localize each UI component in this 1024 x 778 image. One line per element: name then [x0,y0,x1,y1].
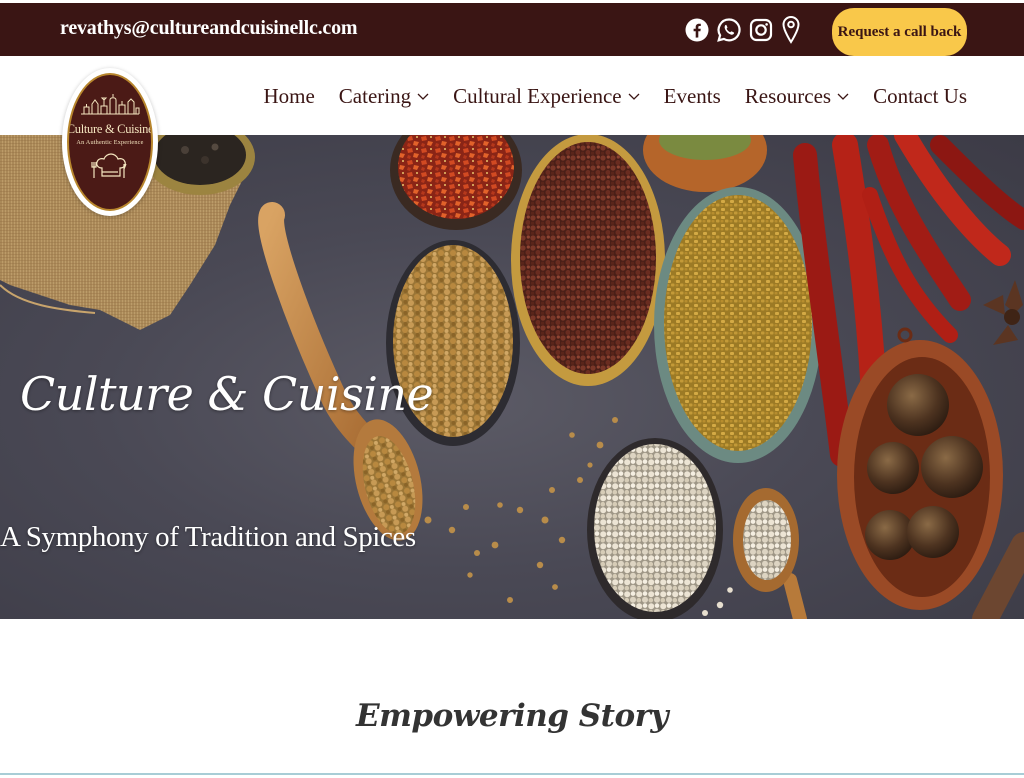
nav-item-resources[interactable]: Resources [745,84,849,109]
nav-item-label: Contact Us [873,84,967,108]
nav-item-catering[interactable]: Catering [339,84,429,109]
nav-item-label: Events [663,84,721,108]
story-title: Empowering Story [355,698,669,734]
map-pin-icon[interactable] [779,11,803,49]
site-logo[interactable]: Culture & Cuisine An Authentic Experienc… [62,68,158,216]
nav-item-label: Cultural Experience [453,84,622,108]
whatsapp-icon[interactable] [714,11,744,49]
facebook-icon[interactable] [684,11,710,49]
nav-item-home[interactable]: Home [263,84,314,109]
story-section: Empowering Story [0,619,1024,778]
hero-subtitle: A Symphony of Tradition and Spices [0,521,416,553]
hero-banner: Culture & Cuisine A Symphony of Traditio… [0,135,1024,619]
hero-title: Culture & Cuisine [20,367,434,421]
chef-hat-icon [90,152,130,187]
nav-item-contact-us[interactable]: Contact Us [873,84,967,109]
logo-title: Culture & Cuisine [67,122,153,136]
main-nav: Home Catering Cultural Experience Events… [263,84,967,109]
chevron-down-icon [628,93,640,101]
chevron-down-icon [837,93,849,101]
section-divider [0,773,1024,775]
logo-badge: Culture & Cuisine An Authentic Experienc… [67,73,153,211]
nav-item-cultural-experience[interactable]: Cultural Experience [453,84,640,109]
nav-item-label: Catering [338,84,412,108]
nav-item-events[interactable]: Events [664,84,721,109]
logo-tagline: An Authentic Experience [76,139,144,146]
nav-item-label: Home [263,84,315,108]
top-bar: revathys@cultureandcuisinellc.com Reques… [0,3,1024,56]
chevron-down-icon [417,93,429,101]
contact-email-link[interactable]: revathys@cultureandcuisinellc.com [60,17,358,40]
request-callback-button[interactable]: Request a call back [832,8,967,56]
instagram-icon[interactable] [747,11,775,49]
nav-item-label: Resources [744,84,832,108]
skyline-icon [79,93,141,120]
